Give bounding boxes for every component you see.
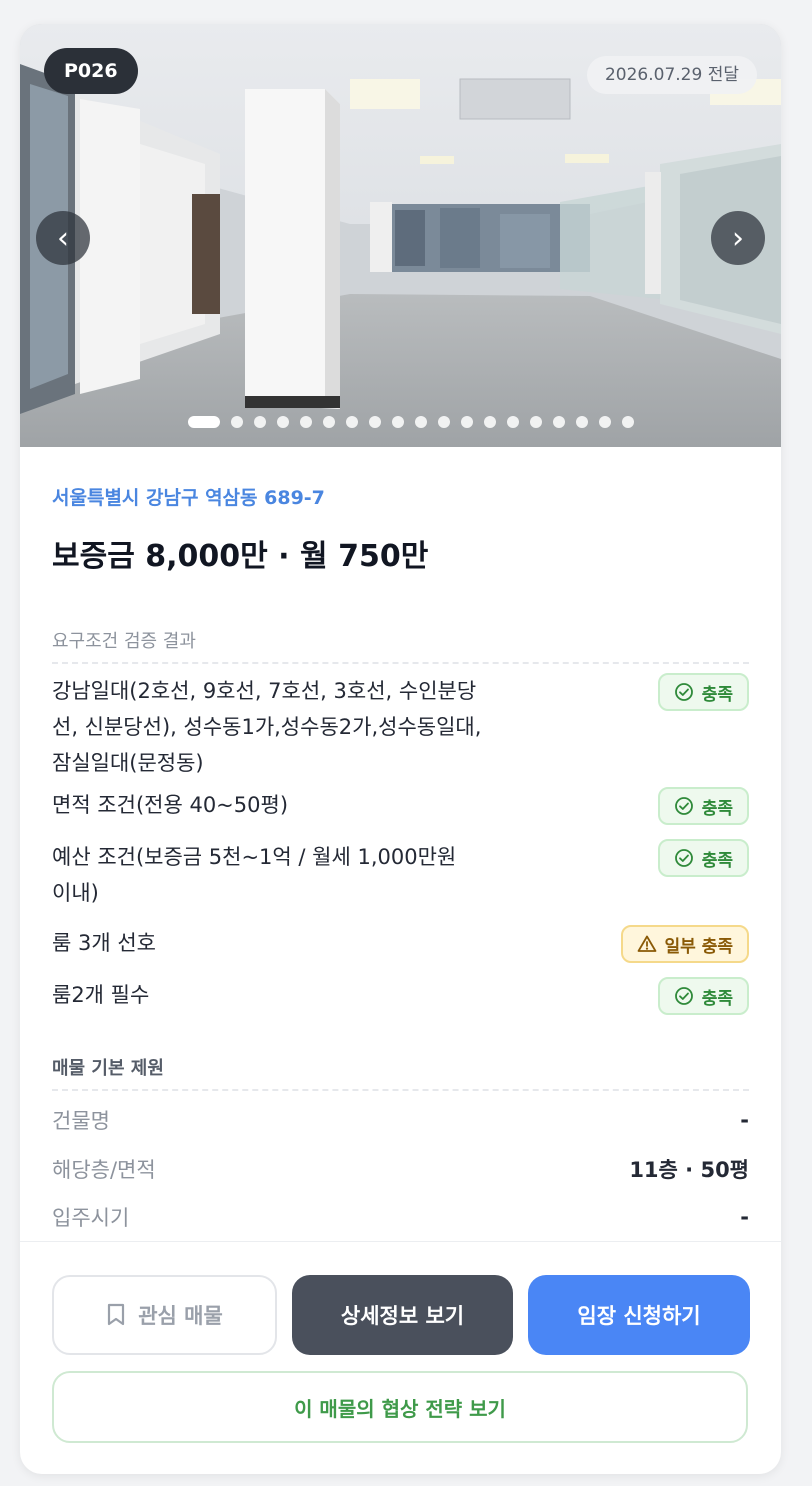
status-label: 일부 충족 bbox=[664, 936, 733, 957]
requirement-row: 룸2개 필수 충족 bbox=[52, 977, 749, 1015]
actions-divider bbox=[20, 1241, 781, 1242]
requirement-text: 면적 조건(전용 40~50평) bbox=[52, 793, 289, 817]
requirement-text: 강남일대(2호선, 9호선, 7호선, 3호선, 수인분당선, 신분당선), 성… bbox=[52, 679, 482, 775]
requirement-row: 룸 3개 선호 일부 충족 bbox=[52, 925, 749, 963]
warning-triangle-icon bbox=[637, 935, 656, 952]
status-badge-satisfied: 충족 bbox=[657, 977, 749, 1015]
status-badge-partial: 일부 충족 bbox=[620, 925, 749, 963]
favorite-button[interactable]: 관심 매물 bbox=[52, 1275, 277, 1355]
carousel-dot[interactable] bbox=[323, 416, 335, 428]
chevron-right-icon: › bbox=[732, 220, 744, 256]
listing-photo-carousel[interactable]: P026 2026.07.29 전달 ‹ › bbox=[20, 24, 781, 447]
carousel-dot[interactable] bbox=[530, 416, 542, 428]
check-circle-icon bbox=[674, 849, 693, 867]
carousel-dot[interactable] bbox=[369, 416, 381, 428]
status-label: 충족 bbox=[701, 798, 733, 819]
listing-price: 보증금 8,000만 · 월 750만 bbox=[52, 539, 429, 574]
view-details-label: 상세정보 보기 bbox=[340, 1304, 465, 1328]
requirement-row: 면적 조건(전용 40~50평) 충족 bbox=[52, 787, 749, 825]
spec-value: 11층 · 50평 bbox=[629, 1158, 749, 1182]
carousel-dot[interactable] bbox=[461, 416, 473, 428]
carousel-dot[interactable] bbox=[599, 416, 611, 428]
spec-label: 입주시기 bbox=[52, 1206, 130, 1230]
spec-value: - bbox=[740, 1108, 749, 1132]
requirement-row: 강남일대(2호선, 9호선, 7호선, 3호선, 수인분당선, 신분당선), 성… bbox=[52, 673, 749, 781]
carousel-dot[interactable] bbox=[484, 416, 496, 428]
carousel-dot[interactable] bbox=[553, 416, 565, 428]
requirements-divider bbox=[52, 662, 749, 664]
carousel-dot[interactable] bbox=[231, 416, 243, 428]
check-circle-icon bbox=[674, 683, 693, 701]
status-badge-satisfied: 충족 bbox=[657, 787, 749, 825]
check-circle-icon bbox=[674, 987, 693, 1005]
spec-value: - bbox=[740, 1205, 749, 1229]
bookmark-icon bbox=[108, 1303, 125, 1326]
listing-card: P026 2026.07.29 전달 ‹ › 서울특별시 강남구 역삼동 689… bbox=[20, 24, 781, 1474]
carousel-dot[interactable] bbox=[392, 416, 404, 428]
check-circle-icon bbox=[674, 797, 693, 815]
negotiation-strategy-label: 이 매물의 협상 전략 보기 bbox=[294, 1396, 506, 1421]
favorite-label: 관심 매물 bbox=[138, 1304, 223, 1328]
apply-visit-label: 임장 신청하기 bbox=[577, 1304, 701, 1328]
carousel-dot[interactable] bbox=[254, 416, 266, 428]
carousel-dot[interactable] bbox=[188, 416, 220, 428]
listing-address: 서울특별시 강남구 역삼동 689-7 bbox=[52, 487, 325, 509]
specs-section-title: 매물 기본 제원 bbox=[52, 1058, 164, 1079]
specs-divider bbox=[52, 1089, 749, 1091]
carousel-pagination bbox=[188, 416, 634, 428]
prev-photo-button[interactable]: ‹ bbox=[36, 211, 90, 265]
carousel-dot[interactable] bbox=[346, 416, 358, 428]
status-label: 충족 bbox=[701, 850, 733, 871]
carousel-dot[interactable] bbox=[507, 416, 519, 428]
carousel-dot[interactable] bbox=[438, 416, 450, 428]
spec-label: 건물명 bbox=[52, 1109, 110, 1133]
negotiation-strategy-button[interactable]: 이 매물의 협상 전략 보기 bbox=[52, 1371, 748, 1443]
requirement-text: 예산 조건(보증금 5천~1억 / 월세 1,000만원 이내) bbox=[52, 845, 457, 905]
spec-row: 해당층/면적 11층 · 50평 bbox=[52, 1152, 749, 1186]
carousel-dot[interactable] bbox=[576, 416, 588, 428]
spec-row: 건물명 - bbox=[52, 1103, 749, 1137]
view-details-button[interactable]: 상세정보 보기 bbox=[292, 1275, 513, 1355]
status-label: 충족 bbox=[701, 684, 733, 705]
carousel-dot[interactable] bbox=[415, 416, 427, 428]
spec-row: 입주시기 - bbox=[52, 1200, 749, 1234]
carousel-dot[interactable] bbox=[300, 416, 312, 428]
requirement-text: 룸 3개 선호 bbox=[52, 931, 156, 955]
spec-label: 해당층/면적 bbox=[52, 1158, 156, 1182]
requirements-section-title: 요구조건 검증 결과 bbox=[52, 631, 196, 652]
status-badge-satisfied: 충족 bbox=[657, 673, 749, 711]
carousel-dot[interactable] bbox=[277, 416, 289, 428]
chevron-left-icon: ‹ bbox=[57, 220, 69, 256]
next-photo-button[interactable]: › bbox=[711, 211, 765, 265]
requirement-text: 룸2개 필수 bbox=[52, 983, 150, 1007]
listing-code-badge: P026 bbox=[44, 48, 138, 94]
delivered-date-badge: 2026.07.29 전달 bbox=[586, 56, 757, 94]
requirement-row: 예산 조건(보증금 5천~1억 / 월세 1,000만원 이내) 충족 bbox=[52, 839, 749, 911]
apply-visit-button[interactable]: 임장 신청하기 bbox=[528, 1275, 750, 1355]
carousel-dot[interactable] bbox=[622, 416, 634, 428]
status-label: 충족 bbox=[701, 988, 733, 1009]
status-badge-satisfied: 충족 bbox=[657, 839, 749, 877]
